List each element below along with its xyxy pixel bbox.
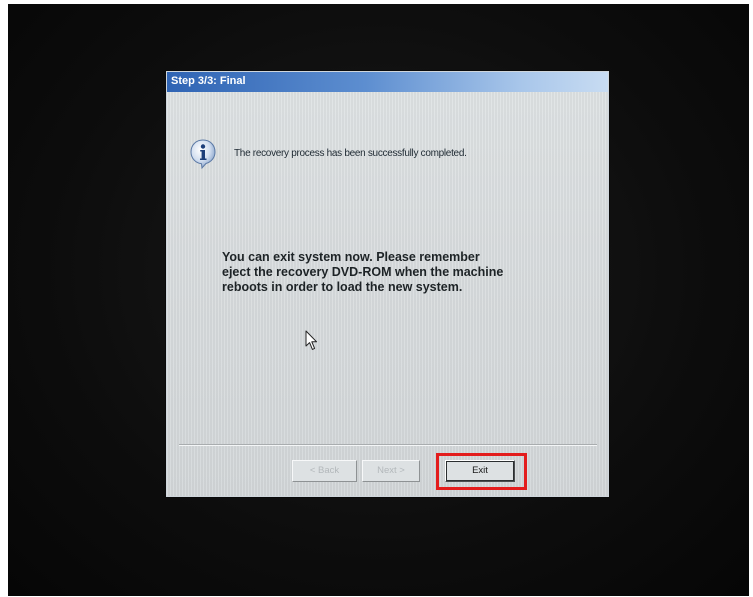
info-icon: [190, 139, 216, 170]
instructions-line: You can exit system now. Please remember: [222, 250, 480, 264]
back-button[interactable]: < Back: [292, 460, 357, 482]
exit-button-highlight: [436, 453, 527, 490]
next-button[interactable]: Next >: [362, 460, 420, 482]
footer-separator: [179, 444, 597, 446]
photo-background: Step 3/3: Final The recovery process has…: [0, 0, 753, 597]
instructions-text: You can exit system now. Please remember…: [222, 250, 552, 295]
instructions-line: reboots in order to load the new system.: [222, 280, 463, 294]
window-title: Step 3/3: Final: [171, 75, 246, 87]
status-message: The recovery process has been successful…: [234, 148, 467, 159]
mouse-pointer-icon: [305, 330, 318, 350]
title-bar[interactable]: Step 3/3: Final: [167, 72, 608, 92]
instructions-line: eject the recovery DVD-ROM when the mach…: [222, 265, 504, 279]
recovery-wizard-dialog: Step 3/3: Final The recovery process has…: [167, 72, 608, 496]
